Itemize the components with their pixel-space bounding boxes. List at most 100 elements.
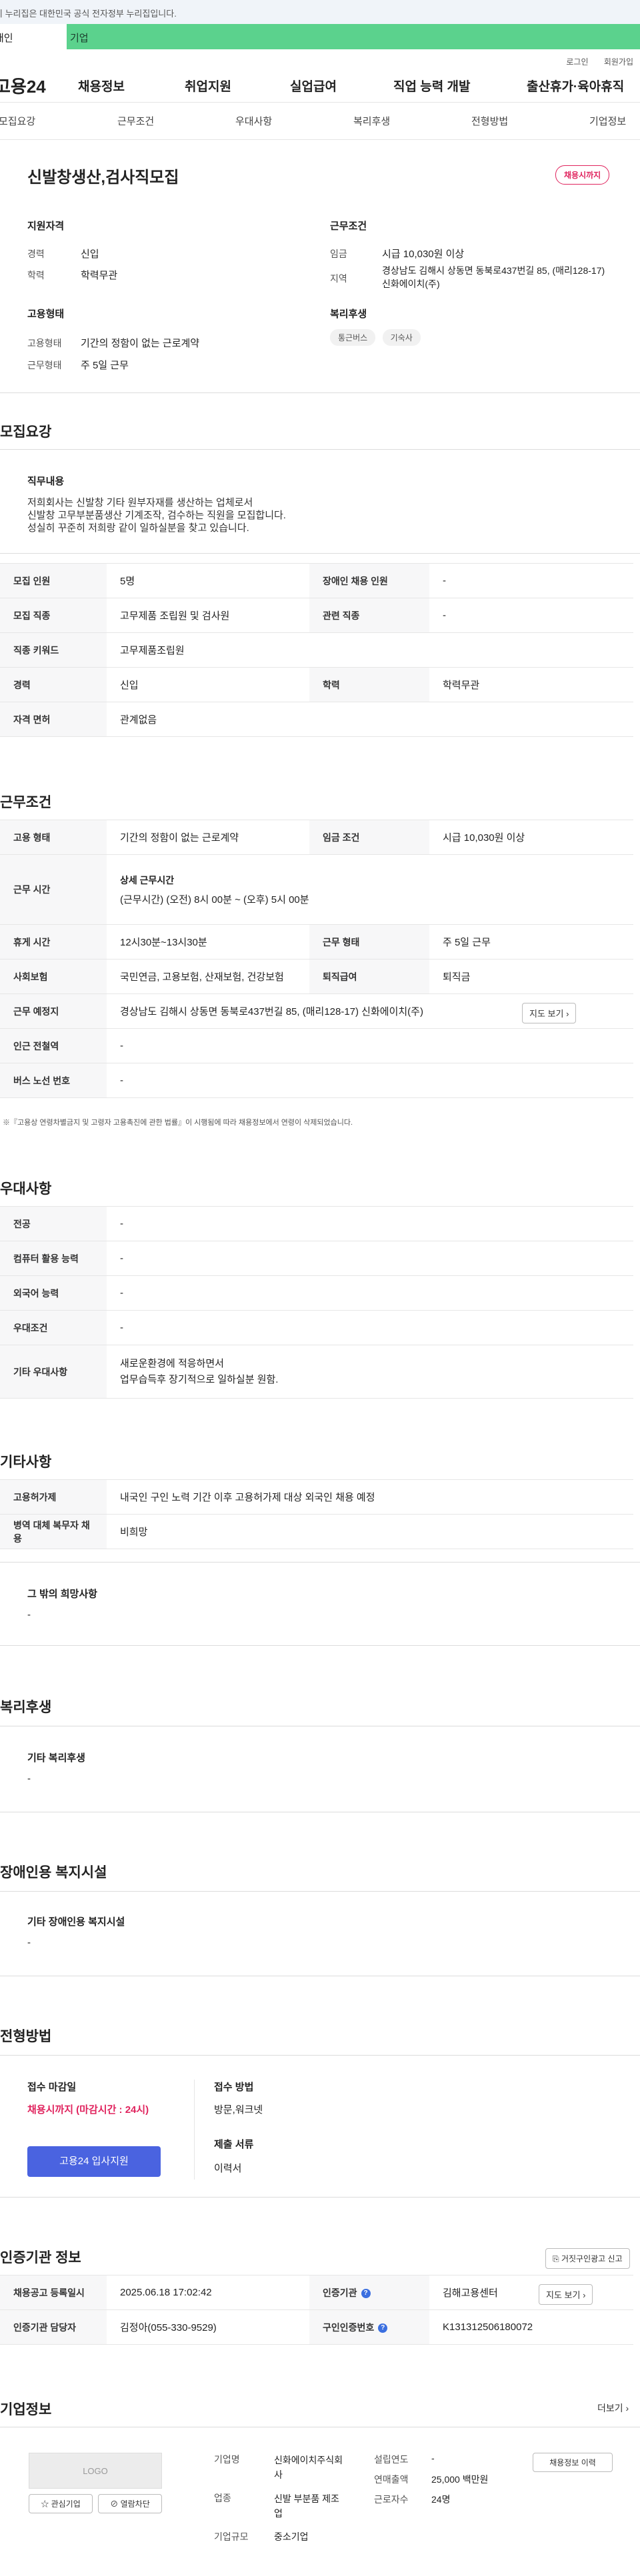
cell-label: 관련 직종 bbox=[309, 598, 429, 633]
gnb-item-vocational-training[interactable]: 직업 능력 개발 bbox=[393, 77, 527, 95]
worktype-value: 주 5일 근무 bbox=[81, 360, 129, 371]
cell-value: - bbox=[107, 1310, 633, 1345]
lnb-item-conditions[interactable]: 근무조건 bbox=[117, 114, 235, 128]
lnb-item-company[interactable]: 기업정보 bbox=[589, 114, 626, 128]
gnb-item-employment-support[interactable]: 취업지원 bbox=[185, 77, 290, 95]
favorite-label: 관심기업 bbox=[51, 2499, 81, 2509]
cell-label: 채용공고 등록일시 bbox=[0, 2275, 107, 2310]
chevron-right-icon: › bbox=[583, 2290, 586, 2300]
favorite-company-button[interactable]: ☆ 관심기업 bbox=[29, 2494, 93, 2513]
cell-value: 시급 10,030원 이상 bbox=[429, 820, 633, 855]
work-time-subheading: 상세 근무시간 bbox=[120, 874, 175, 886]
cert-org-label-cell: 인증기관? bbox=[309, 2275, 429, 2310]
deadline-value: 채용시까지 (마감시간 : 24시) bbox=[27, 2104, 149, 2116]
cell-label: 근무 예정지 bbox=[0, 993, 107, 1029]
company-size-value: 중소기업 bbox=[274, 2531, 309, 2542]
join-link[interactable]: 회원가입 bbox=[604, 57, 633, 67]
table-row: 휴게 시간 12시30분~13시30분 근무 형태 주 5일 근무 bbox=[0, 924, 633, 960]
company-more-link[interactable]: 더보기 › bbox=[597, 2401, 629, 2415]
disab-card: 기타 장애인용 복지시설 - bbox=[0, 1891, 640, 1976]
cell-value: 주 5일 근무 bbox=[429, 924, 633, 960]
work-table-wrap: 고용 형태 기간의 정함이 없는 근로계약 임금 조건 시급 10,030원 이… bbox=[0, 820, 633, 1098]
table-row: 버스 노선 번호 - bbox=[0, 1063, 633, 1098]
employee-count-label: 근로자수 bbox=[374, 2494, 409, 2505]
cell-label: 사회보험 bbox=[0, 959, 107, 994]
company-size-label: 기업규모 bbox=[214, 2531, 249, 2542]
cell-label: 직종 키워드 bbox=[0, 632, 107, 668]
star-icon: ☆ bbox=[41, 2499, 49, 2509]
site-logo[interactable]: 고용24 bbox=[0, 73, 78, 98]
emp-heading: 고용형태 bbox=[27, 309, 65, 320]
est-year-label: 설립연도 bbox=[374, 2454, 409, 2465]
map-button[interactable]: 지도 보기 › bbox=[522, 1003, 577, 1023]
lnb-item-preferences[interactable]: 우대사항 bbox=[235, 114, 353, 128]
cell-label: 임금 조건 bbox=[309, 820, 429, 855]
work-time-cell: 상세 근무시간 (근무시간) (오전) 8시 00분 ~ (오후) 5시 00분 bbox=[107, 854, 633, 925]
cert-map-button[interactable]: 지도 보기 › bbox=[539, 2284, 593, 2305]
cell-value: - bbox=[107, 1063, 633, 1098]
cell-label: 인증기관 담당자 bbox=[0, 2309, 107, 2345]
cert-table-wrap: 채용공고 등록일시 2025.06.18 17:02:42 인증기관? 김해고용… bbox=[0, 2275, 633, 2345]
chevron-right-icon: › bbox=[566, 1009, 569, 1019]
edu-label: 학력 bbox=[27, 270, 45, 281]
job-desc-heading: 직무내용 bbox=[27, 476, 65, 487]
benefit-subheading: 기타 복리후생 bbox=[27, 1752, 85, 1764]
employee-count-value: 24명 bbox=[431, 2494, 451, 2505]
cell-value: 내국인 구인 노력 기간 이후 고용허가제 대상 외국인 채용 예정 bbox=[107, 1479, 633, 1515]
cell-value: - bbox=[107, 1241, 633, 1276]
info-icon[interactable]: ? bbox=[378, 2323, 388, 2333]
benefit-heading: 복리후생 bbox=[0, 1700, 52, 1715]
cell-value: - bbox=[107, 1206, 633, 1241]
tab-company[interactable]: 기업 bbox=[67, 24, 640, 49]
docs-label: 제출 서류 bbox=[214, 2139, 254, 2150]
cert-table: 채용공고 등록일시 2025.06.18 17:02:42 인증기관? 김해고용… bbox=[0, 2275, 633, 2345]
job-desc-text: 저희회사는 신발창 기타 원부자재를 생산하는 업체로서 신발창 고무부분품생산… bbox=[27, 496, 286, 534]
map-button-label: 지도 보기 bbox=[546, 2290, 581, 2300]
cell-label: 기타 우대사항 bbox=[0, 1345, 107, 1399]
recruit-table: 모집 인원 5명 장애인 채용 인원 - 모집 직종 고무제품 조립원 및 검사… bbox=[0, 563, 633, 737]
table-row: 인근 전철역 - bbox=[0, 1028, 633, 1063]
gnb-item-jobs[interactable]: 채용정보 bbox=[78, 77, 185, 95]
cert-heading: 인증기관 정보 bbox=[0, 2250, 81, 2265]
info-icon[interactable]: ? bbox=[361, 2288, 371, 2298]
cert-org-cell: 김해고용센터 지도 보기 › bbox=[429, 2275, 633, 2310]
cell-label: 인근 전철역 bbox=[0, 1028, 107, 1063]
gnb-item-unemployment-benefit[interactable]: 실업급여 bbox=[290, 77, 393, 95]
cell-value: - bbox=[107, 1275, 633, 1311]
cell-label: 근무 시간 bbox=[0, 854, 107, 925]
recruit-history-button[interactable]: 채용정보 이력 bbox=[533, 2453, 613, 2472]
lnb-item-process[interactable]: 전형방법 bbox=[471, 114, 589, 128]
report-fake-ad-button[interactable]: ⎘ 거짓구인광고 신고 bbox=[545, 2248, 630, 2269]
apply-button[interactable]: 고용24 입사지원 bbox=[27, 2146, 161, 2177]
process-divider bbox=[194, 2080, 195, 2180]
table-row: 경력 신입 학력 학력무관 bbox=[0, 667, 633, 702]
process-heading: 전형방법 bbox=[0, 2029, 52, 2044]
cell-value: 고무제품 조립원 및 검사원 bbox=[107, 598, 309, 633]
cell-value: 기간의 정함이 없는 근로계약 bbox=[107, 820, 309, 855]
pref-etc-line: 업무습득후 장기적으로 일하실분 원함. bbox=[120, 1373, 279, 1385]
status-badge: 채용시까지 bbox=[555, 165, 610, 185]
cell-value: 비희망 bbox=[107, 1514, 633, 1549]
etc-heading: 기타사항 bbox=[0, 1455, 52, 1470]
block-view-button[interactable]: ⊘ 열람차단 bbox=[98, 2494, 162, 2513]
cell-label: 인증기관 bbox=[323, 2287, 357, 2298]
lnb-item-recruit[interactable]: 모집요강 bbox=[0, 114, 117, 128]
company-heading: 기업정보 bbox=[0, 2402, 52, 2417]
cell-value: K131312506180072 bbox=[429, 2309, 633, 2345]
deadline-label: 접수 마감일 bbox=[27, 2082, 77, 2093]
cond-heading: 근무조건 bbox=[330, 221, 367, 232]
company-name-value: 신화에이치주식회사 bbox=[274, 2455, 343, 2480]
tab-personal[interactable]: 개인 bbox=[0, 24, 67, 49]
login-link[interactable]: 로그인 bbox=[566, 57, 588, 67]
docs-value: 이력서 bbox=[214, 2163, 242, 2174]
gov-banner-text: 이 누리집은 대한민국 공식 전자정부 누리집입니다. bbox=[0, 9, 177, 19]
etc-table: 고용허가제 내국인 구인 노력 기간 이후 고용허가제 대상 외국인 채용 예정 … bbox=[0, 1479, 633, 1549]
method-value: 방문,워크넷 bbox=[214, 2104, 263, 2116]
pref-etc-cell: 새로운환경에 적응하면서 업무습득후 장기적으로 일하실분 원함. bbox=[107, 1345, 633, 1399]
cell-label: 근무 형태 bbox=[309, 924, 429, 960]
lnb-item-welfare[interactable]: 복리후생 bbox=[353, 114, 471, 128]
gnb-item-parental-leave[interactable]: 출산휴가·육아휴직 bbox=[527, 77, 624, 95]
cell-label: 고용 형태 bbox=[0, 820, 107, 855]
cell-label: 휴게 시간 bbox=[0, 924, 107, 960]
recruit-table-wrap: 모집 인원 5명 장애인 채용 인원 - 모집 직종 고무제품 조립원 및 검사… bbox=[0, 563, 633, 737]
